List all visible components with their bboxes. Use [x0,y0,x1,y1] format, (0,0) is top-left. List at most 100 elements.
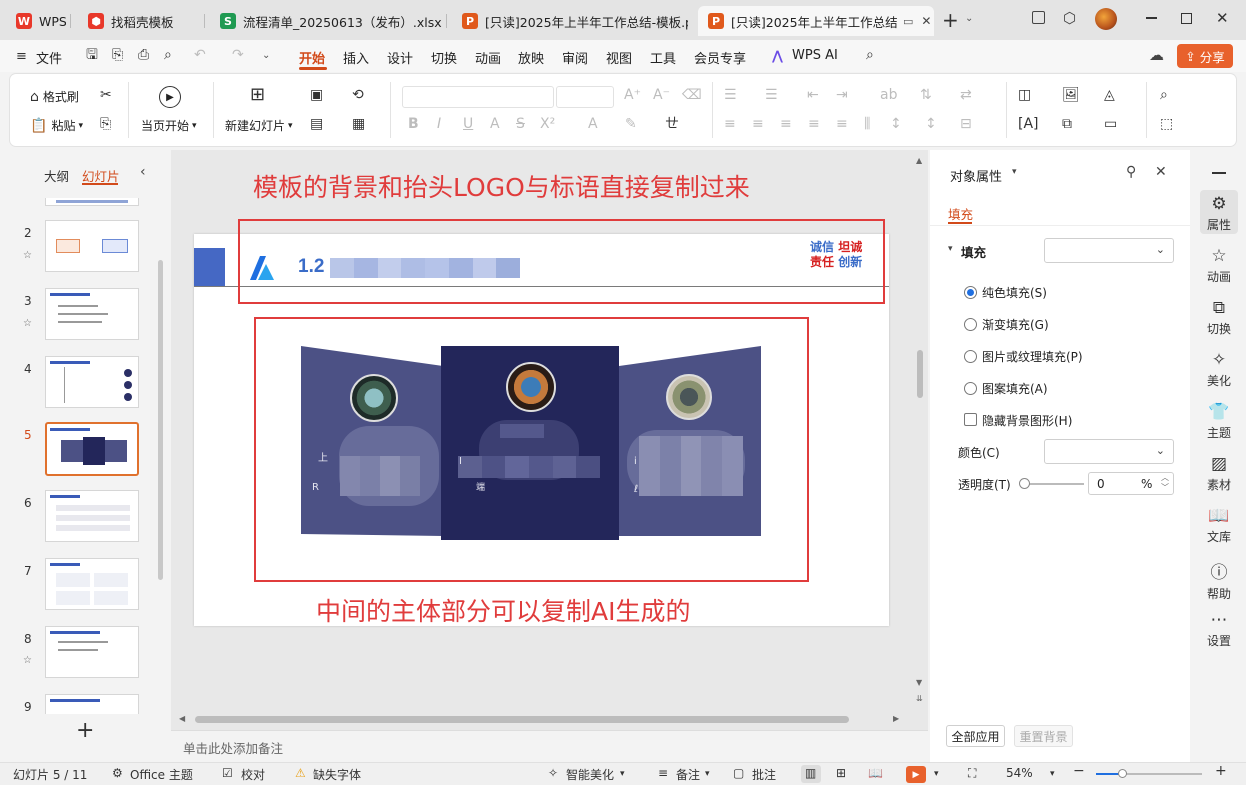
scroll-left-icon[interactable]: ◀ [179,714,185,723]
notes-button[interactable]: 备注 [676,766,700,783]
paragraph-spacing-icon[interactable]: ↕ [925,117,937,131]
menu-tools[interactable]: 工具 [650,48,676,67]
slide-thumbnail-9[interactable] [45,694,139,714]
section-icon[interactable]: ▦ [352,117,365,131]
sidebar-help[interactable]: ⓘ 帮助 [1192,558,1246,602]
distribute-icon[interactable]: ≡ [836,117,848,131]
chevron-down-icon[interactable]: ▾ [1012,167,1017,177]
find-icon[interactable]: ⌕ [1160,88,1168,102]
reset-bg-button[interactable]: 重置背景 [1014,725,1073,747]
vertical-scrollbar-thumb[interactable] [917,350,923,398]
slide-thumbnail-2[interactable] [45,220,139,272]
font-color-icon[interactable]: A [588,117,598,131]
page-down-icon[interactable]: ⇊ [916,695,923,703]
chevron-down-icon[interactable]: ⌄ [965,13,973,24]
textbox-icon[interactable]: [A] [1018,117,1039,131]
decrease-font-icon[interactable]: A⁻ [653,88,670,102]
avatar[interactable] [1095,8,1117,30]
fill-icon[interactable]: ◬ [1104,88,1115,102]
sort-icon[interactable]: ⇅ [920,88,932,102]
bullet-list-icon[interactable]: ☰ [724,88,737,102]
collapse-section-icon[interactable]: ▾ [948,244,953,254]
sidebar-library[interactable]: 📖 文库 [1192,506,1246,545]
notes-pane[interactable]: 单击此处添加备注 [171,730,928,760]
apply-all-button[interactable]: 全部应用 [946,725,1005,747]
menu-animation[interactable]: 动画 [475,48,501,67]
menu-review[interactable]: 审阅 [562,48,588,67]
close-tab-icon[interactable]: ✕ [921,15,931,27]
menu-view[interactable]: 视图 [606,48,632,67]
tab-spreadsheet[interactable]: S 流程清单_20250613（发布）.xlsx [210,6,442,36]
menu-slideshow[interactable]: 放映 [518,48,544,67]
sidebar-settings[interactable]: ⋯ 设置 [1192,610,1246,649]
clear-format-icon[interactable]: ⌫ [682,88,702,102]
transparency-input[interactable]: 0 % ︿ ﹀ [1088,472,1174,495]
copy-icon[interactable]: ⎘ [100,117,111,131]
menu-insert[interactable]: 插入 [343,48,369,67]
text-direction-icon[interactable]: ab [880,88,897,102]
increase-indent-icon[interactable]: ⇥ [836,88,848,102]
stepper-icon[interactable]: ︿ ﹀ [1161,473,1169,493]
fit-window-icon[interactable]: ⛶ [968,766,976,781]
chevron-down-icon[interactable]: ▾ [934,769,939,779]
scroll-right-icon[interactable]: ▶ [893,714,899,723]
hamburger-icon[interactable]: ≡ [16,49,27,64]
menu-file[interactable]: 文件 [36,48,62,67]
shadow-icon[interactable]: A [490,117,500,131]
font-family-select[interactable] [402,86,554,108]
theme-name[interactable]: Office 主题 [130,766,193,783]
close-panel-icon[interactable]: ✕ [1155,164,1167,180]
underline-icon[interactable]: U [463,117,473,131]
select-icon[interactable]: ⬚ [1160,117,1173,131]
superscript-icon[interactable]: X² [540,117,555,131]
numbered-list-icon[interactable]: ☰ [765,88,778,102]
minimize-icon[interactable] [1146,17,1157,19]
menu-home[interactable]: 开始 [299,48,325,67]
align-left-icon[interactable]: ≡ [724,117,736,131]
thumbnail-scrollbar[interactable] [158,260,163,580]
grid-view-icon[interactable]: ⊞ [836,766,846,780]
fill-type-select[interactable]: ⌄ [1044,238,1174,263]
arrange-icon[interactable]: ⧉ [1062,117,1072,131]
maximize-icon[interactable] [1181,13,1192,24]
zoom-out-icon[interactable]: − [1073,763,1085,779]
menu-design[interactable]: 设计 [387,48,413,67]
format-painter-button[interactable]: ⌂ 格式刷 [30,88,79,105]
slide-thumbnail-3[interactable] [45,288,139,340]
ai-slide-icon[interactable]: ▣ [310,88,323,102]
sidebar-animation[interactable]: ☆ 动画 [1192,246,1246,285]
zoom-in-icon[interactable]: + [1215,763,1227,779]
radio-picture-fill[interactable] [964,350,977,363]
bold-icon[interactable]: B [408,117,419,131]
print-icon[interactable]: ⎙ [138,48,149,62]
increase-font-icon[interactable]: A⁺ [624,88,641,102]
layout-icon[interactable]: ▤ [310,117,323,131]
slide-thumbnail-1[interactable] [45,198,139,206]
column-icon[interactable]: ⫼ [864,117,870,131]
radio-gradient-fill[interactable] [964,318,977,331]
play-from-current-button[interactable]: 当页开始 ▾ [141,117,197,134]
sidebar-theme[interactable]: 👕 主题 [1192,402,1246,441]
cube-icon[interactable]: ⬡ [1063,9,1076,27]
play-icon[interactable]: ▶ [159,86,181,108]
shape-icon[interactable]: ◫ [1018,88,1031,102]
beautify-button[interactable]: 智能美化 [566,766,614,783]
outline-icon[interactable]: ▭ [1104,117,1117,131]
align-right-icon[interactable]: ≡ [780,117,792,131]
share-button[interactable]: ⇪ 分享 [1177,44,1233,68]
chevron-down-icon[interactable]: ▾ [620,769,625,779]
cloud-upload-icon[interactable]: ☁ [1149,46,1164,64]
italic-icon[interactable]: I [437,117,441,131]
menu-member[interactable]: 会员专享 [694,48,746,67]
tab-outline[interactable]: 大纲 [44,166,69,185]
tab-template[interactable]: P [只读]2025年上半年工作总结-模板.p [452,6,688,36]
cut-icon[interactable]: ✂ [100,88,112,102]
color-select[interactable]: ⌄ [1044,439,1174,464]
transparency-slider-track[interactable] [1024,483,1084,485]
save-icon[interactable]: 🖫 [86,48,98,62]
tab-docer[interactable]: ⬢ 找稻壳模板 [78,6,198,36]
convert-icon[interactable]: ⇄ [960,88,972,102]
monitor-icon[interactable]: ▭ [903,16,913,27]
zoom-slider-handle[interactable] [1118,769,1127,778]
menu-transition[interactable]: 切换 [431,48,457,67]
